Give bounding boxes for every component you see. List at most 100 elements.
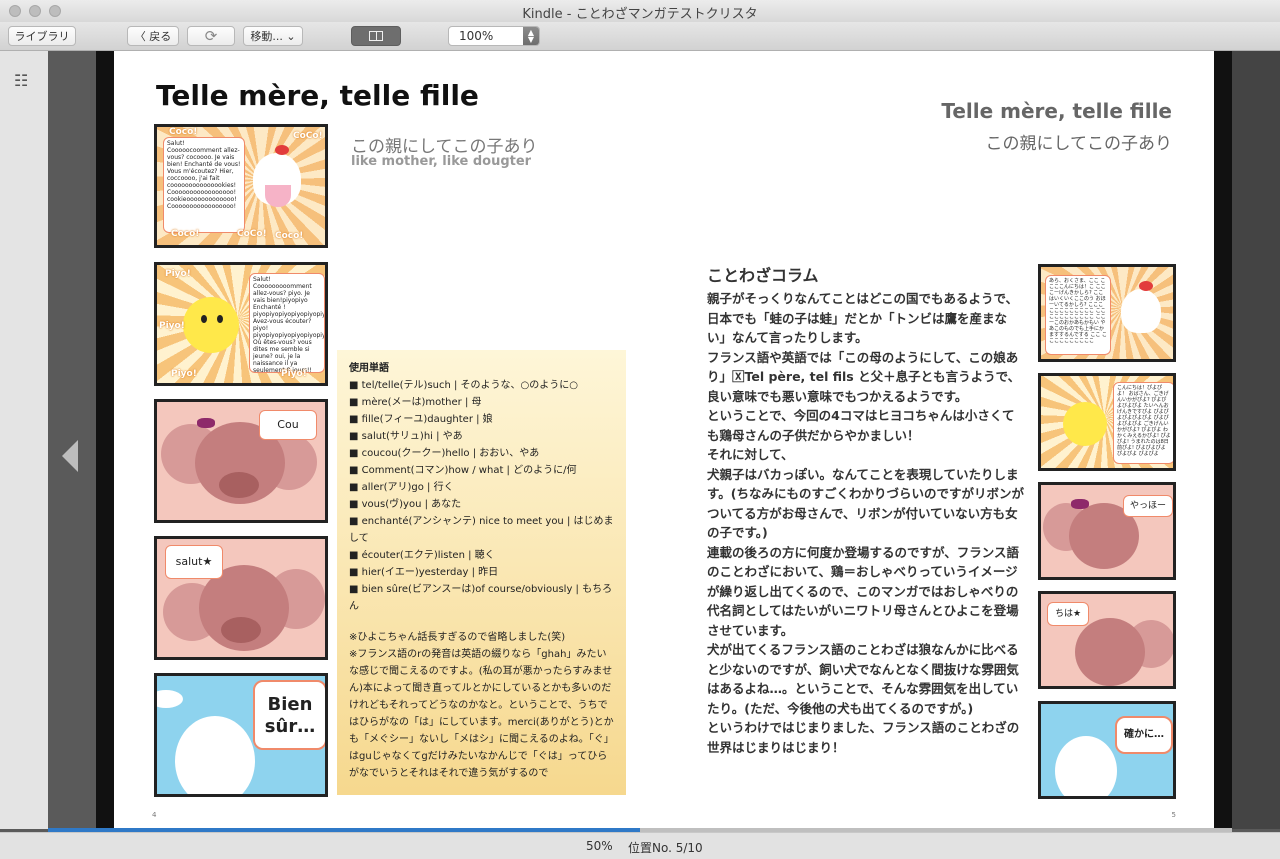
right-margin [1214,51,1232,829]
sound-effect: Piyo! [171,369,197,379]
column-paragraph: それに対して、 [707,447,794,462]
manga-panel-3: Cou Cou★ [154,399,328,523]
vocab-item: mère(メーは)mother | 母 [349,394,614,411]
column-paragraph: 犬親子はバカっぽい。なんてことを表現していたりします。(ちなみにものすごくわかり… [707,466,1024,541]
book-spread-icon [369,31,383,41]
vocab-item: bien sûre(ビアンスーは)of course/obviously | も… [349,581,614,615]
chick-eye [201,315,207,323]
zoom-select[interactable]: 100% ▲ ▼ [448,26,540,46]
note-line: ※ひよこちゃん話長すぎるので省略しました(笑) [349,632,566,643]
left-sidebar: ☷ [0,51,48,829]
title-bar: Kindle - ことわざマンガテストクリスタ [0,0,1280,23]
manga-panel-r3: やっほー★ [1038,482,1176,580]
chick-character [183,297,239,353]
hen-character [1121,289,1161,333]
progress-percent: 50% [586,839,613,853]
vocab-item: aller(アリ)go | 行く [349,479,614,496]
vocab-item: hier(イエー)yesterday | 昨日 [349,564,614,581]
location-indicator: 位置No. 5/10 [628,841,703,855]
toolbar: ライブラリ 〈 戻る ⟳ 移動... ⌄ 100% ▲ ▼ [0,22,1280,51]
left-page-number: 4 [152,811,157,819]
left-subtitle-en: like mother, like dougter [351,154,532,169]
vocab-item: coucou(クークー)hello | おおい、やあ [349,445,614,462]
right-page-title: Telle mère, telle fille [941,99,1172,123]
manga-panel-4: salut★ [154,536,328,660]
speech-bubble: Salut! Cooooocoomment allez-vous? cocooo… [163,137,245,233]
rabbit-character [1055,736,1117,796]
sound-effect: Piyo! [159,321,185,331]
vocab-item: Comment(コマン)how / what | どのように/何 [349,462,614,479]
table-of-contents-icon[interactable]: ☷ [14,71,28,90]
manga-panel-r2: こんにちは！ぴよぴよ！ おばさん、ごきげんいかがぴよ? ぴよぴよびよぴよ たいへ… [1038,373,1176,471]
column-body: 親子がそっくりなんてことはどこの国でもあるようで、日本でも「蛙の子は蛙」だとか「… [707,289,1025,757]
sound-effect: Coco! [169,127,198,137]
apron [265,185,291,207]
chick-eye [217,315,223,323]
column-paragraph: というわけではじまりました、フランス語のことわざの世界はじまりはじまり！ [707,720,1020,755]
vocab-item: salut(サリュ)hi | やあ [349,428,614,445]
manga-panel-r5: 確かに… [1038,701,1176,799]
bubble-line: sûr… [264,716,316,737]
dog-muzzle [221,617,261,643]
rabbit-character [175,716,255,794]
vocab-item: fille(フィーユ)daughter | 娘 [349,411,614,428]
speech-bubble: こんにちは！ぴよぴよ！ おばさん、ごきげんいかがぴよ? ぴよぴよびよぴよ たいへ… [1113,382,1173,464]
column-paragraph: フランス語や英語では「この母のようにして、この娘あり」🅇Tel père, te… [707,349,1021,404]
right-sidebar[interactable] [1232,51,1280,829]
chick-character [1063,402,1107,446]
goto-menu-button[interactable]: 移動... ⌄ [243,26,303,46]
column-paragraph: 犬が出てくるフランス語のことわざは狼なんかに比べると少ないのですが、飼い犬でなん… [707,642,1019,716]
vocab-note: ※ひよこちゃん話長すぎるので省略しました(笑) ※フランス語のrの発音は英語の綴… [349,629,614,782]
right-page-number: 5 [1171,811,1176,819]
sound-effect: Piyo! [165,269,191,279]
sync-icon[interactable]: ⟳ [187,26,235,46]
speech-bubble: やっほー★ [1123,495,1173,517]
sound-effect: Coco! [275,231,304,241]
vocab-item: tel/telle(テル)such | そのような、○のように○ [349,377,614,394]
column-paragraph: ということで、今回の4コマはヒヨコちゃんは小さくても鶏母さんの子供だからやかまし… [707,408,1015,443]
vocabulary-box: 使用単語 tel/telle(テル)such | そのような、○のように○ mè… [337,350,626,795]
sound-effect: Piyo! [281,369,307,379]
speech-bubble: ちは★ [1047,602,1089,626]
bubble-line: Bien [267,694,313,715]
left-page-title: Telle mère, telle fille [156,79,479,112]
manga-panel-5: Bien sûr… [154,673,328,797]
speech-bubble: salut★ [165,545,223,579]
column-paragraph: 親子がそっくりなんてことはどこの国でもあるようで、日本でも「蛙の子は蛙」だとか「… [707,291,1019,345]
hen-comb [1139,281,1153,291]
manga-panel-2: Salut! Cooooooooomment allez-vous? piyo.… [154,262,328,386]
column-paragraph: 連載の後ろの方に何度か登場するのですが、フランス語のことわざにおいて、鶏＝おしゃ… [707,544,1020,638]
sound-effect: CoCo! [237,229,267,239]
speech-bubble: あら、おくさま、ここ ここここんにちは！こ こここーげんきかしら? ここはいくい… [1045,275,1111,355]
manga-panel-r4: ちは★ [1038,591,1176,689]
dog-daughter-character [1075,618,1145,686]
vocab-item: écouter(エクテ)listen | 聴く [349,547,614,564]
view-mode-button[interactable] [351,26,401,46]
speech-bubble: 確かに… [1115,716,1173,754]
library-button[interactable]: ライブラリ [8,26,76,46]
speech-bubble: Salut! Cooooooooomment allez-vous? piyo.… [249,273,325,373]
manga-panel-1: Salut! Cooooocoomment allez-vous? cocooo… [154,124,328,248]
rabbit-paw [157,690,183,708]
window-title: Kindle - ことわざマンガテストクリスタ [522,7,758,22]
sound-effect: CoCo! [293,131,323,141]
book-spread: Telle mère, telle fille Salut! Cooooocoo… [114,51,1214,829]
dog-muzzle [219,472,259,498]
vocab-heading: 使用単語 [349,363,389,374]
right-page-subtitle: この親にしてこの子あり [985,134,1173,154]
manga-panel-r1: あら、おくさま、ここ ここここんにちは！こ こここーげんきかしら? ここはいくい… [1038,264,1176,362]
left-margin [96,51,114,829]
sound-effect: Coco! [171,229,200,239]
ribbon-bow [197,418,215,428]
zoom-stepper-icon[interactable]: ▲ ▼ [523,27,539,45]
hen-comb [275,145,289,155]
zoom-value: 100% [459,29,494,43]
speech-bubble: Bien sûr… [253,680,325,750]
ribbon-bow [1071,499,1089,509]
column-heading: ことわざコラム [707,266,819,285]
speech-bubble: Cou Cou★ [259,410,317,440]
vocab-item: vous(ヴ)you | あなた [349,496,614,513]
note-line: ※フランス語のrの発音は英語の綴りなら「ghah」みたいな感じで聞こえるのですよ… [349,649,614,779]
previous-page-arrow-icon[interactable] [62,440,78,472]
back-button[interactable]: 〈 戻る [127,26,179,46]
